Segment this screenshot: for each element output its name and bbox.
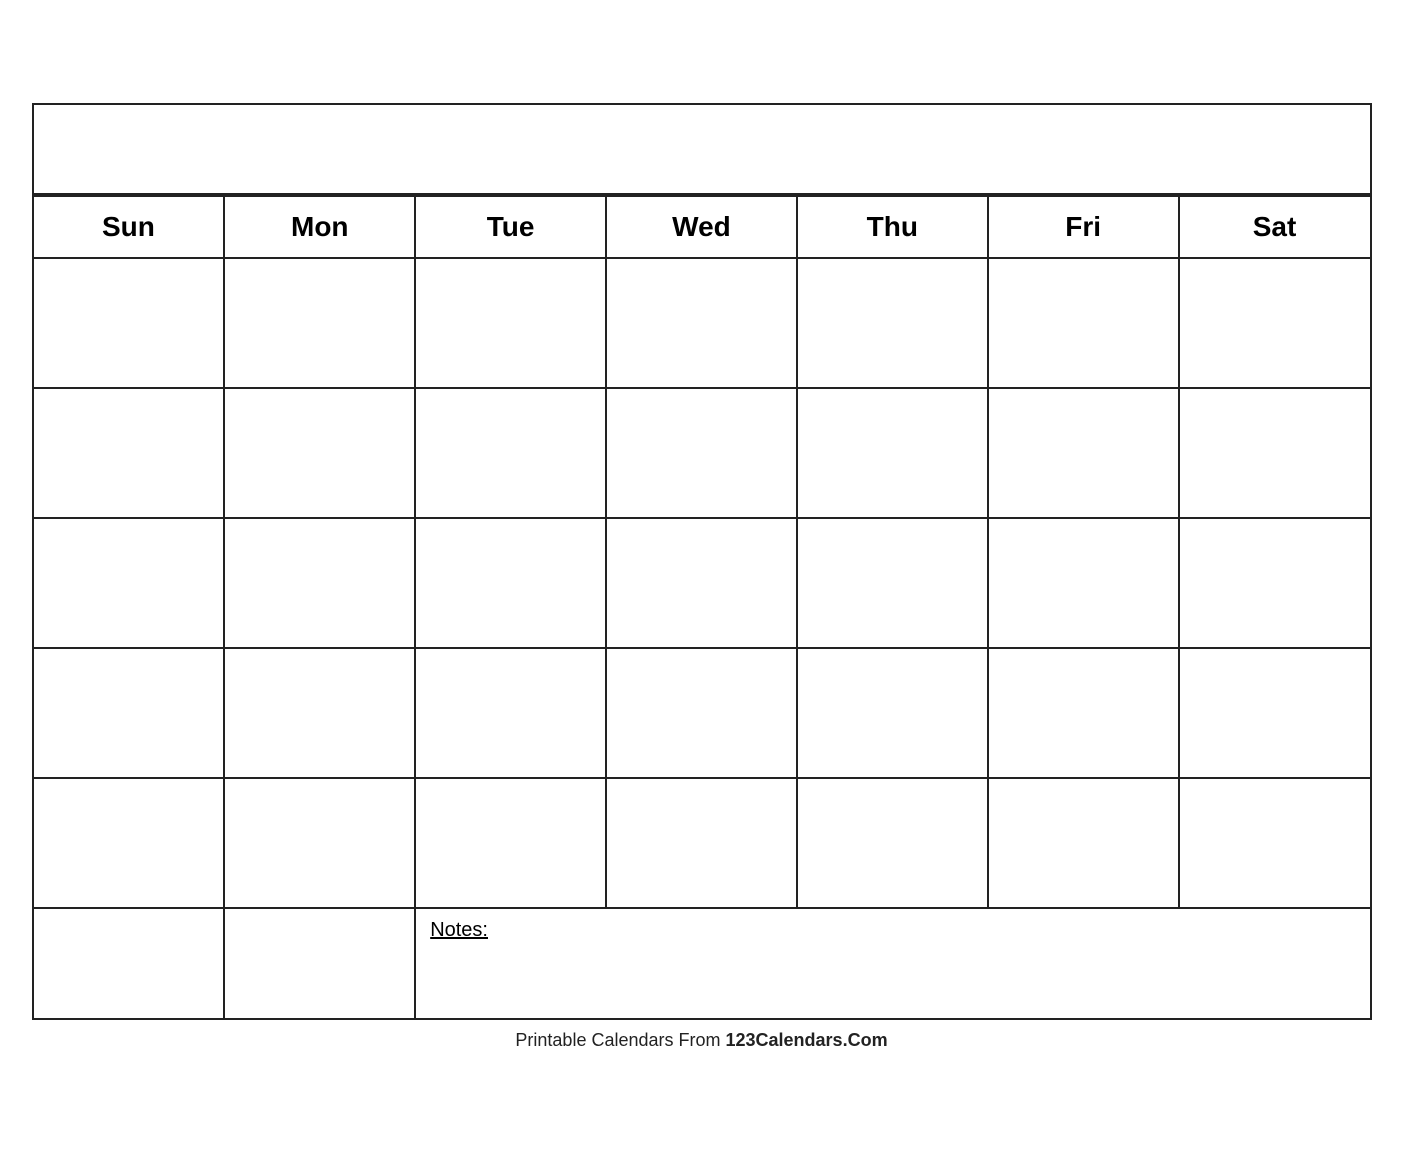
title-row <box>34 105 1370 195</box>
cell-2-7 <box>1179 388 1370 518</box>
week-row-4 <box>34 648 1370 778</box>
cell-2-4 <box>606 388 797 518</box>
cell-5-5 <box>797 778 988 908</box>
cell-5-4 <box>606 778 797 908</box>
cell-3-6 <box>988 518 1179 648</box>
cell-1-4 <box>606 258 797 388</box>
cell-1-6 <box>988 258 1179 388</box>
cell-1-7 <box>1179 258 1370 388</box>
cell-5-2 <box>224 778 415 908</box>
col-header-wed: Wed <box>606 196 797 258</box>
cell-5-1 <box>34 778 225 908</box>
notes-empty-1 <box>34 908 225 1018</box>
cell-2-6 <box>988 388 1179 518</box>
header-row: Sun Mon Tue Wed Thu Fri Sat <box>34 196 1370 258</box>
col-header-sat: Sat <box>1179 196 1370 258</box>
cell-1-1 <box>34 258 225 388</box>
cell-2-5 <box>797 388 988 518</box>
col-header-sun: Sun <box>34 196 225 258</box>
cell-4-3 <box>415 648 606 778</box>
col-header-tue: Tue <box>415 196 606 258</box>
cell-4-5 <box>797 648 988 778</box>
footer: Printable Calendars From 123Calendars.Co… <box>32 1030 1372 1051</box>
cell-4-6 <box>988 648 1179 778</box>
cell-3-4 <box>606 518 797 648</box>
col-header-fri: Fri <box>988 196 1179 258</box>
week-row-2 <box>34 388 1370 518</box>
cell-3-7 <box>1179 518 1370 648</box>
week-row-1 <box>34 258 1370 388</box>
footer-text-regular: Printable Calendars From <box>515 1030 725 1050</box>
cell-1-3 <box>415 258 606 388</box>
cell-1-2 <box>224 258 415 388</box>
cell-3-3 <box>415 518 606 648</box>
cell-4-7 <box>1179 648 1370 778</box>
col-header-mon: Mon <box>224 196 415 258</box>
page-wrapper: Sun Mon Tue Wed Thu Fri Sat <box>32 103 1372 1051</box>
cell-4-4 <box>606 648 797 778</box>
cell-2-3 <box>415 388 606 518</box>
cell-4-2 <box>224 648 415 778</box>
cell-5-7 <box>1179 778 1370 908</box>
calendar-grid: Sun Mon Tue Wed Thu Fri Sat <box>34 195 1370 1018</box>
cell-3-5 <box>797 518 988 648</box>
cell-5-3 <box>415 778 606 908</box>
notes-cell: Notes: <box>415 908 1369 1018</box>
notes-label: Notes: <box>430 919 488 941</box>
cell-2-1 <box>34 388 225 518</box>
week-row-3 <box>34 518 1370 648</box>
cell-3-1 <box>34 518 225 648</box>
footer-text-bold: 123Calendars.Com <box>726 1030 888 1050</box>
col-header-thu: Thu <box>797 196 988 258</box>
cell-3-2 <box>224 518 415 648</box>
calendar-container: Sun Mon Tue Wed Thu Fri Sat <box>32 103 1372 1020</box>
notes-row: Notes: <box>34 908 1370 1018</box>
week-row-5 <box>34 778 1370 908</box>
cell-4-1 <box>34 648 225 778</box>
cell-5-6 <box>988 778 1179 908</box>
notes-empty-2 <box>224 908 415 1018</box>
cell-1-5 <box>797 258 988 388</box>
cell-2-2 <box>224 388 415 518</box>
